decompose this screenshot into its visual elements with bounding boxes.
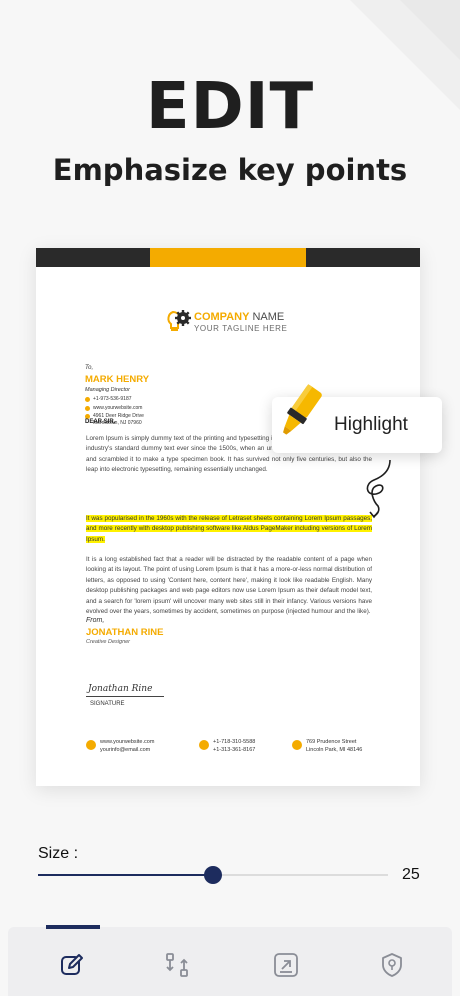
size-label: Size :: [38, 845, 79, 862]
recipient-phone: +1-973-536-9187: [85, 396, 132, 402]
export-icon: [274, 953, 298, 977]
sender-title: Creative Designer: [86, 639, 131, 645]
size-slider-knob[interactable]: [204, 866, 222, 884]
company-tagline: YOUR TAGLINE HERE: [194, 324, 288, 333]
convert-button[interactable]: [157, 945, 197, 985]
phone-icon: [85, 396, 90, 402]
sender-name: JONATHAN RINE: [86, 627, 164, 638]
body-paragraph-3: It is a long established fact that a rea…: [86, 556, 372, 616]
salutation: DEAR SIR,: [85, 419, 116, 425]
location-shield-button[interactable]: [372, 945, 412, 985]
page-subtitle: Emphasize key points: [52, 153, 408, 187]
page-title: EDIT: [145, 70, 315, 144]
size-slider-fill: [38, 874, 213, 876]
edit-button[interactable]: [52, 945, 92, 985]
location-shield-icon: [382, 953, 402, 977]
from-label: From,: [86, 617, 105, 624]
size-value: 25: [402, 866, 420, 883]
recipient-web: www.yourwebsite.com: [85, 405, 142, 411]
company-name-part-2: NAME: [249, 311, 285, 323]
location-icon: [292, 740, 302, 750]
edit-icon: [61, 954, 83, 975]
signature-label: SIGNATURE: [90, 701, 125, 707]
highlighted-text[interactable]: It was popularised in the 1960s with the…: [86, 515, 372, 543]
highlight-tooltip[interactable]: Highlight: [272, 384, 442, 453]
signature-line: [86, 696, 164, 697]
recipient-title: Managing Director: [85, 387, 130, 393]
lightbulb-gear-icon: [167, 310, 191, 331]
signature-image: Jonathan Rine: [86, 684, 152, 694]
globe-icon: [86, 740, 96, 750]
highlighter-icon: [283, 384, 322, 435]
phone-icon: [199, 740, 209, 750]
globe-icon: [85, 405, 90, 411]
company-logo: COMPANY NAME YOUR TAGLINE HERE: [164, 308, 304, 336]
recipient-name: MARK HENRY: [85, 374, 150, 385]
body-paragraph-2[interactable]: It was popularised in the 1960s with the…: [86, 514, 372, 545]
company-name: COMPANY NAME: [194, 311, 284, 323]
company-name-part-1: COMPANY: [194, 311, 250, 323]
location-icon: [85, 413, 90, 419]
svg-text:Jonathan Rine: Jonathan Rine: [86, 684, 152, 694]
footer-address: 769 Prudence Street Lincoln Park, MI 4814…: [292, 739, 362, 754]
footer-web: www.yourwebsite.com yourinfo@email.com: [86, 739, 154, 754]
export-button[interactable]: [266, 945, 306, 985]
document-top-bar: [36, 248, 420, 267]
highlight-label: Highlight: [334, 414, 408, 435]
active-tab-indicator: [46, 925, 100, 929]
arrow-squiggle: [366, 459, 391, 519]
to-label: To,: [85, 365, 94, 371]
footer-phone: +1-718-310-5588 +1-313-361-8167: [199, 739, 255, 754]
convert-icon: [166, 953, 188, 977]
